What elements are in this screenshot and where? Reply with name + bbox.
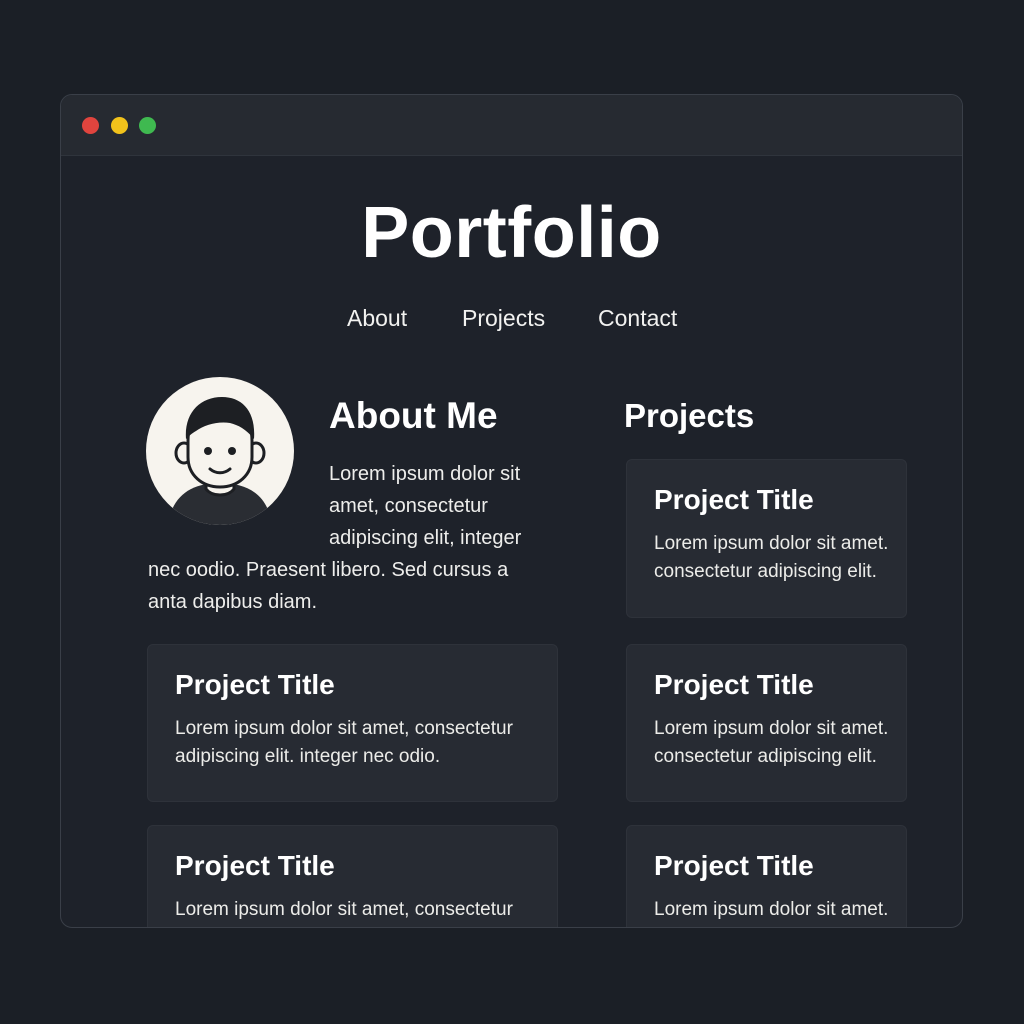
- project-description: Lorem ipsum dolor sit amet. consectetur …: [654, 718, 889, 767]
- project-card[interactable]: Project Title Lorem ipsum dolor sit amet…: [147, 644, 558, 802]
- nav-link-contact[interactable]: Contact: [598, 303, 677, 333]
- project-description: Lorem ipsum dolor sit amet. consectetur …: [654, 899, 889, 920]
- project-title: Project Title: [654, 850, 814, 881]
- project-title: Project Title: [654, 484, 814, 515]
- project-card[interactable]: Project Title Lorem ipsum dolor sit amet…: [626, 825, 907, 927]
- project-card[interactable]: Project Title Lorem ipsum dolor sit amet…: [147, 825, 558, 927]
- about-heading: About Me: [329, 395, 498, 436]
- maximize-window-icon[interactable]: [139, 117, 156, 134]
- about-text-line: anta dapibus diam.: [148, 591, 318, 613]
- project-description: Lorem ipsum dolor sit amet. consectetur …: [654, 533, 889, 582]
- about-text-line: adipiscing elit, integer: [329, 527, 522, 549]
- user-avatar-icon: [146, 377, 294, 525]
- project-description: Lorem ipsum dolor sit amet, consectetur …: [175, 718, 513, 767]
- minimize-window-icon[interactable]: [111, 117, 128, 134]
- project-card[interactable]: Project Title Lorem ipsum dolor sit amet…: [626, 459, 907, 618]
- nav-link-projects[interactable]: Projects: [462, 303, 545, 333]
- nav-link-about[interactable]: About: [347, 303, 407, 333]
- about-text-line: nec oodio. Praesent libero. Sed cursus a: [148, 559, 509, 581]
- about-text-line: amet, consectetur: [329, 495, 488, 517]
- window-titlebar: [61, 95, 962, 156]
- main-nav: About Projects Contact: [61, 303, 962, 333]
- project-description: Lorem ipsum dolor sit amet, consectetur …: [175, 899, 513, 920]
- close-window-icon[interactable]: [82, 117, 99, 134]
- site-title: Portfolio: [361, 193, 662, 273]
- browser-window: Portfolio About Projects Contact About M…: [60, 94, 963, 928]
- projects-heading: Projects: [624, 397, 755, 434]
- project-title: Project Title: [654, 669, 814, 700]
- project-card[interactable]: Project Title Lorem ipsum dolor sit amet…: [626, 644, 907, 802]
- about-text-line: Lorem ipsum dolor sit: [329, 463, 521, 485]
- project-title: Project Title: [175, 669, 335, 700]
- project-title: Project Title: [175, 850, 335, 881]
